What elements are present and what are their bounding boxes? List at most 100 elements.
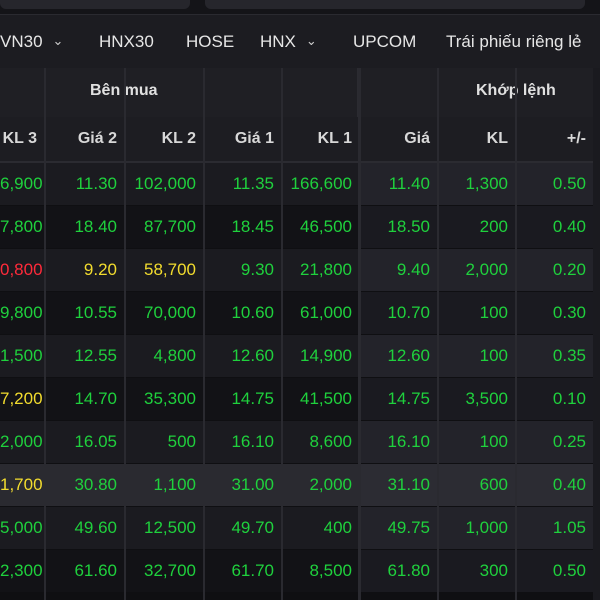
tab-upcom[interactable]: UPCOM <box>353 32 416 52</box>
cell-gia2: 61.60 <box>44 550 124 592</box>
cell-gia1: 18.45 <box>203 206 281 248</box>
cell-gia2: 30.80 <box>44 464 124 506</box>
cell-change: 0.35 <box>515 335 593 377</box>
cell-kl2: 58,700 <box>124 249 203 291</box>
cell-kl1: 21,800 <box>281 249 359 291</box>
cell-gia1: 61.70 <box>203 550 281 592</box>
cell-gia1: 31.00 <box>203 464 281 506</box>
cell-change: 0.25 <box>515 421 593 463</box>
cell-gia1: 9.30 <box>203 249 281 291</box>
cell-kl: 100 <box>437 421 515 463</box>
column-divider <box>515 68 517 600</box>
cell-kl2: 35,300 <box>124 378 203 420</box>
cell-kl3: 2,300 <box>0 550 44 592</box>
cell-kl1: 166,600 <box>281 163 359 205</box>
table-row[interactable]: 2,000 16.05 500 16.10 8,600 16.10 100 0.25 <box>0 421 600 463</box>
cell-kl1: 61,000 <box>281 292 359 334</box>
column-header-kl1[interactable]: KL 1 <box>281 117 359 161</box>
cell-gia1: 14.75 <box>203 378 281 420</box>
cell-kl3: 1,500 <box>0 335 44 377</box>
top-strip <box>0 0 600 14</box>
cell-kl1: 14,900 <box>281 335 359 377</box>
cell-kl: 200 <box>437 206 515 248</box>
column-header-kl3[interactable]: KL 3 <box>0 117 44 161</box>
cell-change: 0.50 <box>515 163 593 205</box>
cell-kl1: 8,600 <box>281 421 359 463</box>
cell-kl: 2,000 <box>437 249 515 291</box>
cell-kl3: 2,000 <box>0 421 44 463</box>
tab-hnx[interactable]: HNX ⌄ <box>260 32 317 52</box>
tab-private-bonds[interactable]: Trái phiếu riêng lẻ <box>446 32 581 52</box>
cell-kl1: 8,500 <box>281 550 359 592</box>
column-group-header: Bên mua Khớp lệnh <box>0 68 600 118</box>
tab-label: HOSE <box>186 32 235 51</box>
table-row[interactable]: 1,700 30.80 1,100 31.00 2,000 31.10 600 0.40 <box>0 464 600 506</box>
cell-gia1: 49.70 <box>203 507 281 549</box>
cell-change: 0.20 <box>515 249 593 291</box>
column-header-gia2[interactable]: Giá 2 <box>44 117 124 161</box>
column-divider <box>203 68 205 600</box>
cell-change: 0.50 <box>515 550 593 592</box>
cell-gia: 16.10 <box>359 421 437 463</box>
cell-gia1: 12.60 <box>203 335 281 377</box>
cell-kl3: 7,200 <box>0 378 44 420</box>
cell-kl2: 500 <box>124 421 203 463</box>
cell-kl3: 6,900 <box>0 163 44 205</box>
cell-kl3: 0,800 <box>0 249 44 291</box>
cell-gia2: 9.20 <box>44 249 124 291</box>
column-divider <box>437 68 439 600</box>
market-tabs: VN30 ⌄ HNX30 HOSE HNX ⌄ UPCOM Trái phiếu r… <box>0 14 600 69</box>
tab-label: HNX <box>260 32 296 51</box>
cell-kl1: 400 <box>281 507 359 549</box>
column-divider <box>281 68 283 600</box>
cell-kl2: 102,000 <box>124 163 203 205</box>
cell-kl1: 2,000 <box>281 464 359 506</box>
table-row[interactable]: 9,800 10.55 70,000 10.60 61,000 10.70 100 0.30 <box>0 292 600 334</box>
top-panel-edge <box>205 0 585 9</box>
cell-gia: 31.10 <box>359 464 437 506</box>
cell-kl1: 46,500 <box>281 206 359 248</box>
cell-kl2: 12,500 <box>124 507 203 549</box>
cell-gia2: 16.05 <box>44 421 124 463</box>
table-row[interactable]: 2,300 61.60 32,700 61.70 8,500 61.80 300 0.50 <box>0 550 600 592</box>
cell-gia1: 16.10 <box>203 421 281 463</box>
cell-kl2: 1,100 <box>124 464 203 506</box>
tab-vn30[interactable]: VN30 ⌄ <box>0 32 63 52</box>
cell-gia: 49.75 <box>359 507 437 549</box>
cell-gia: 12.60 <box>359 335 437 377</box>
cell-change: 1.05 <box>515 507 593 549</box>
tab-label: UPCOM <box>353 32 417 51</box>
column-header-gia[interactable]: Giá <box>359 117 437 161</box>
column-header-kl[interactable]: KL <box>437 117 515 161</box>
cell-kl: 3,500 <box>437 378 515 420</box>
cell-change: 0.10 <box>515 378 593 420</box>
cell-kl2: 87,700 <box>124 206 203 248</box>
cell-gia: 10.70 <box>359 292 437 334</box>
cell-kl2: 4,800 <box>124 335 203 377</box>
column-header-row: KL 3 Giá 2 KL 2 Giá 1 KL 1 Giá KL +/- <box>0 117 600 163</box>
column-header-kl2[interactable]: KL 2 <box>124 117 203 161</box>
tab-label: HNX30 <box>99 32 154 51</box>
cell-change: 0.40 <box>515 464 593 506</box>
cell-gia2: 14.70 <box>44 378 124 420</box>
cell-gia1: 10.60 <box>203 292 281 334</box>
table-row[interactable]: 1,500 12.55 4,800 12.60 14,900 12.60 100 0.35 <box>0 335 600 377</box>
cell-kl: 1,300 <box>437 163 515 205</box>
cell-gia: 14.75 <box>359 378 437 420</box>
table-row[interactable]: 6,900 11.30 102,000 11.35 166,600 11.40 1,300 0… <box>0 163 600 205</box>
cell-gia2: 18.40 <box>44 206 124 248</box>
cell-gia2: 11.30 <box>44 163 124 205</box>
cell-kl2: 70,000 <box>124 292 203 334</box>
table-row[interactable]: 5,000 49.60 12,500 49.70 400 49.75 1,000 1.05 <box>0 507 600 549</box>
table-row[interactable]: 0,800 9.20 58,700 9.30 21,800 9.40 2,000 0.20 <box>0 249 600 291</box>
table-row[interactable]: 7,800 18.40 87,700 18.45 46,500 18.50 200 0.40 <box>0 206 600 248</box>
table-row[interactable]: 7,200 14.70 35,300 14.75 41,500 14.75 3,500 0.1… <box>0 378 600 420</box>
top-panel-edge <box>0 0 190 9</box>
cell-kl3: 9,800 <box>0 292 44 334</box>
column-header-change[interactable]: +/- <box>515 117 593 161</box>
tab-hose[interactable]: HOSE <box>186 32 234 52</box>
tab-hnx30[interactable]: HNX30 <box>99 32 154 52</box>
cell-kl: 300 <box>437 550 515 592</box>
column-header-gia1[interactable]: Giá 1 <box>203 117 281 161</box>
cell-kl2: 32,700 <box>124 550 203 592</box>
